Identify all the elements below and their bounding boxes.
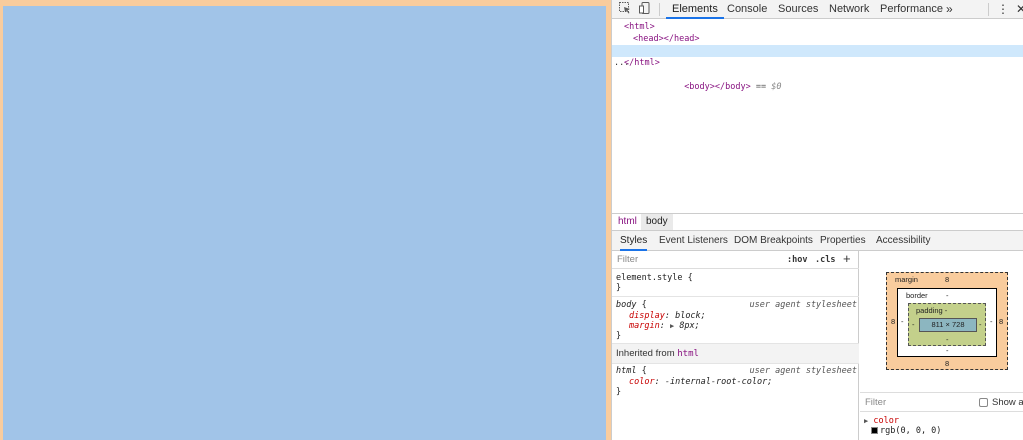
show-all-label[interactable]: Show all	[992, 396, 1023, 410]
breadcrumb-body[interactable]: body	[641, 214, 673, 230]
page-viewport[interactable]	[0, 0, 611, 440]
console-ref: $0	[771, 82, 782, 92]
head-close-tag: </head>	[663, 34, 700, 44]
body-selector[interactable]: body	[616, 300, 636, 310]
border-right-value[interactable]: -	[990, 317, 993, 326]
more-tabs-icon[interactable]: »	[946, 0, 953, 19]
border-top-value[interactable]: -	[946, 291, 949, 300]
menu-icon[interactable]: ⋮	[997, 1, 1009, 18]
border-bottom-value[interactable]: -	[946, 346, 949, 355]
body-open-brace: {	[636, 300, 647, 310]
tab-styles[interactable]: Styles	[620, 231, 648, 251]
box-model-pane: margin 8 8 8 8 border - - - - padding - …	[860, 251, 1023, 440]
html-close-brace: }	[616, 387, 622, 397]
sidebar-tabs: Styles Event Listeners DOM Breakpoints P…	[612, 231, 1023, 251]
show-all-checkbox[interactable]	[979, 398, 988, 407]
breadcrumb-html[interactable]: html	[613, 214, 642, 230]
computed-filter-row: Filter Show all	[860, 392, 1023, 412]
padding-left-value[interactable]: -	[912, 320, 915, 329]
element-style-close: }	[616, 283, 622, 293]
margin-top-value[interactable]: 8	[945, 275, 949, 284]
body-close-brace: }	[616, 331, 622, 341]
margin-label: margin	[895, 275, 918, 284]
dom-node-html[interactable]: <html>	[624, 21, 655, 33]
eq-sign: ==	[750, 82, 772, 92]
body-close-tag: </body>	[714, 82, 751, 92]
device-toggle-icon[interactable]	[638, 2, 652, 16]
tab-elements[interactable]: Elements	[666, 0, 724, 19]
computed-color-value: rgb(0, 0, 0)	[880, 426, 942, 436]
styles-pane: Filter :hov .cls + element.style { } bod…	[612, 251, 859, 440]
dom-tree: <html> <head></head> ... <body></body> =…	[612, 19, 1023, 213]
tab-properties[interactable]: Properties	[820, 231, 866, 251]
border-label: border	[906, 291, 928, 300]
dom-node-html-close[interactable]: </html>	[624, 57, 660, 69]
tab-sources[interactable]: Sources	[772, 0, 824, 19]
expand-triangle-icon[interactable]: ▶	[670, 322, 674, 330]
box-model-border[interactable]: border - - - - padding - - - - 811 × 728	[897, 288, 997, 357]
styles-filter-input[interactable]: Filter	[617, 253, 638, 267]
padding-bottom-value[interactable]: -	[946, 335, 949, 344]
toolbar-divider	[659, 3, 660, 16]
ua-stylesheet-link: user agent stylesheet	[749, 300, 857, 310]
box-model-content[interactable]: 811 × 728	[919, 318, 977, 332]
styles-filter-row: Filter :hov .cls +	[612, 251, 859, 269]
devtools-panel: Elements Console Sources Network Perform…	[611, 0, 1023, 440]
body-open-tag: <body>	[684, 82, 715, 92]
inherited-header: Inherited from html	[612, 344, 859, 364]
html-open-tag: <html>	[624, 22, 655, 32]
html-open-brace: {	[636, 366, 647, 376]
color-value[interactable]: -internal-root-color;	[665, 377, 772, 387]
color-property[interactable]: color	[629, 377, 655, 387]
toolbar-divider-right	[988, 3, 989, 16]
cls-toggle[interactable]: .cls	[815, 253, 835, 267]
element-style-selector[interactable]: element.style {	[616, 273, 693, 283]
margin-bottom-value[interactable]: 8	[945, 359, 949, 368]
html-rule: html { user agent stylesheet color: -int…	[616, 366, 857, 397]
ua-stylesheet-link-2: user agent stylesheet	[749, 366, 857, 376]
margin-right-value[interactable]: 8	[999, 317, 1003, 326]
display-value[interactable]: block;	[675, 311, 706, 321]
html-selector[interactable]: html	[616, 366, 636, 376]
html-close-tag: </html>	[624, 58, 660, 68]
devtools-toolbar: Elements Console Sources Network Perform…	[612, 0, 1023, 19]
tab-console[interactable]: Console	[721, 0, 773, 19]
padding-right-value[interactable]: -	[979, 320, 982, 329]
tab-dom-breakpoints[interactable]: DOM Breakpoints	[734, 231, 813, 251]
tab-performance[interactable]: Performance	[874, 0, 949, 19]
computed-filter-input[interactable]: Filter	[865, 396, 886, 410]
computed-color-property[interactable]: color	[873, 416, 899, 426]
tab-event-listeners[interactable]: Event Listeners	[659, 231, 728, 251]
inherited-html-link[interactable]: html	[677, 349, 699, 359]
tab-network[interactable]: Network	[823, 0, 875, 19]
hov-toggle[interactable]: :hov	[787, 253, 807, 267]
dom-node-head[interactable]: <head></head>	[633, 33, 700, 45]
display-property[interactable]: display	[629, 311, 665, 321]
dom-node-body[interactable]: ... <body></body> == $0	[612, 45, 1023, 92]
box-model-padding[interactable]: padding - - - - 811 × 728	[908, 303, 986, 346]
padding-label: padding -	[916, 306, 948, 315]
inspect-icon[interactable]	[618, 2, 632, 16]
margin-value[interactable]: 8px;	[679, 321, 699, 331]
margin-left-value[interactable]: 8	[891, 317, 895, 326]
inherited-label: Inherited from	[616, 348, 678, 359]
body-highlight[interactable]	[3, 6, 606, 440]
element-style-rule: element.style { }	[612, 270, 859, 297]
close-icon[interactable]: ✕	[1016, 1, 1023, 18]
body-rule: body { user agent stylesheet display: bl…	[612, 297, 859, 344]
new-rule-button[interactable]: +	[843, 251, 851, 267]
border-left-value[interactable]: -	[901, 317, 904, 326]
margin-property[interactable]: margin	[629, 321, 660, 331]
expand-triangle-icon[interactable]: ▶	[864, 417, 868, 425]
box-model-margin[interactable]: margin 8 8 8 8 border - - - - padding - …	[886, 272, 1008, 370]
tab-accessibility[interactable]: Accessibility	[876, 231, 930, 251]
color-swatch-icon[interactable]	[871, 427, 878, 434]
head-open-tag: <head>	[633, 34, 664, 44]
breadcrumb: html body	[612, 213, 1023, 231]
